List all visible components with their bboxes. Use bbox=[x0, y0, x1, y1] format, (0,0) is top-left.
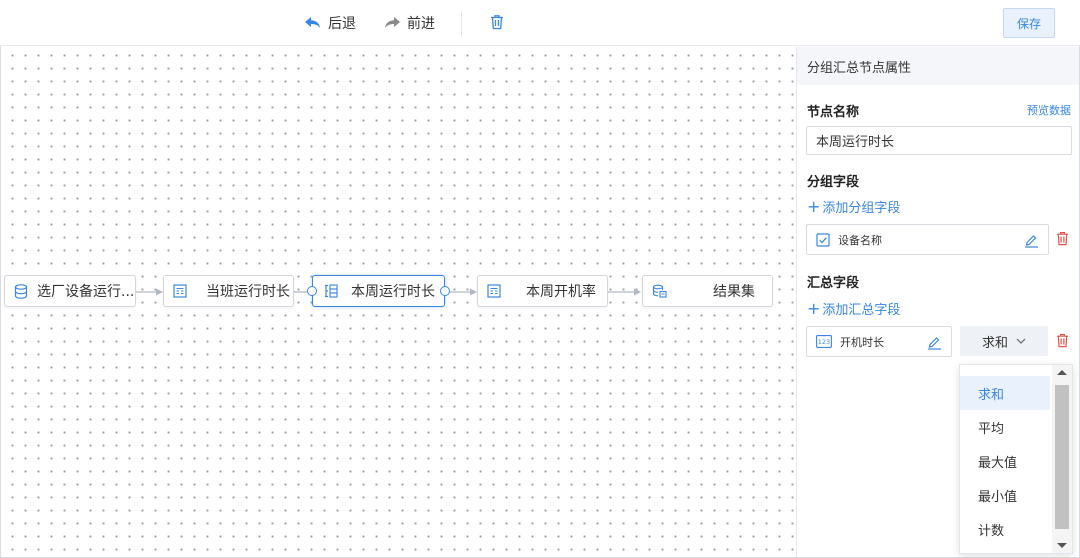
group-icon bbox=[323, 283, 339, 299]
toolbar: 后退 前进 保存 bbox=[0, 0, 1080, 46]
chevron-down-icon bbox=[1016, 334, 1026, 349]
add-summary-field-button[interactable]: + 添加汇总字段 bbox=[807, 299, 900, 318]
group-field-name: 设备名称 bbox=[838, 233, 882, 247]
scroll-down-icon[interactable] bbox=[1057, 543, 1067, 548]
option-average[interactable]: 平均 bbox=[960, 410, 1050, 444]
flow-node-weekly-uptime-rate[interactable]: 本周开机率 bbox=[477, 275, 608, 307]
delete-button[interactable] bbox=[490, 14, 504, 34]
node-label: 结果集 bbox=[713, 284, 755, 300]
aggregation-select[interactable]: 求和 bbox=[960, 326, 1048, 356]
aggregation-dropdown: 求和 平均 最大值 最小值 计数 bbox=[959, 364, 1073, 554]
flow-canvas[interactable]: 选厂设备运行... 当班运行时长 本周运行时长 本周开机率 结果集 bbox=[1, 47, 796, 557]
panel-title: 分组汇总节点属性 bbox=[797, 47, 1079, 85]
scroll-up-icon[interactable] bbox=[1057, 370, 1067, 375]
edit-icon[interactable] bbox=[1024, 232, 1039, 252]
edge-4-5-arrow bbox=[634, 288, 641, 296]
node-name-label: 节点名称 bbox=[807, 105, 860, 120]
undo-button[interactable]: 后退 bbox=[304, 12, 356, 34]
redo-button[interactable]: 前进 bbox=[383, 12, 435, 34]
checkbox-icon bbox=[816, 232, 830, 247]
database-icon bbox=[13, 283, 29, 299]
undo-icon bbox=[305, 17, 320, 28]
edge-3-4-arrow bbox=[470, 288, 477, 296]
delete-group-field-icon[interactable] bbox=[1056, 231, 1069, 250]
plus-icon: + bbox=[807, 196, 821, 216]
preview-data-link[interactable]: 预览数据 bbox=[1027, 102, 1071, 118]
group-field-section-label: 分组字段 bbox=[807, 175, 860, 190]
option-sum[interactable]: 求和 bbox=[960, 376, 1050, 410]
save-button[interactable]: 保存 bbox=[1003, 8, 1055, 38]
aggregation-value: 求和 bbox=[981, 335, 1008, 351]
output-port[interactable] bbox=[440, 286, 450, 296]
toolbar-divider bbox=[461, 12, 462, 36]
svg-text:123: 123 bbox=[818, 338, 830, 346]
flow-node-weekly-runtime[interactable]: 本周运行时长 bbox=[307, 275, 450, 307]
plus-icon: + bbox=[807, 298, 821, 318]
scrollbar-thumb[interactable] bbox=[1055, 385, 1069, 529]
flow-node-shift-runtime[interactable]: 当班运行时长 bbox=[163, 275, 294, 307]
node-name-input[interactable] bbox=[806, 126, 1072, 155]
add-group-field-button[interactable]: + 添加分组字段 bbox=[807, 197, 900, 216]
summary-field-name: 开机时长 bbox=[840, 335, 884, 349]
summary-field-item[interactable]: 123 开机时长 bbox=[806, 326, 952, 357]
flow-node-source[interactable]: 选厂设备运行... bbox=[4, 275, 136, 307]
undo-label: 后退 bbox=[328, 16, 356, 32]
option-min[interactable]: 最小值 bbox=[960, 478, 1050, 512]
redo-icon bbox=[385, 17, 400, 28]
input-port[interactable] bbox=[307, 286, 317, 296]
add-summary-field-label: 添加汇总字段 bbox=[822, 303, 901, 318]
delete-summary-field-icon[interactable] bbox=[1056, 333, 1069, 352]
node-label: 当班运行时长 bbox=[206, 284, 290, 300]
node-label: 本周运行时长 bbox=[351, 284, 435, 300]
edit-icon[interactable] bbox=[927, 334, 942, 354]
dropdown-scrollbar[interactable] bbox=[1052, 365, 1072, 553]
group-field-item[interactable]: 设备名称 bbox=[806, 224, 1049, 255]
trash-icon bbox=[491, 15, 503, 30]
add-group-field-label: 添加分组字段 bbox=[822, 201, 901, 216]
table-icon bbox=[486, 283, 502, 299]
node-label: 选厂设备运行... bbox=[37, 284, 135, 300]
flow-node-result-set[interactable]: 结果集 bbox=[642, 275, 773, 307]
table-icon bbox=[172, 283, 188, 299]
result-icon bbox=[651, 283, 667, 299]
redo-label: 前进 bbox=[407, 16, 435, 32]
number-123-icon: 123 bbox=[816, 335, 832, 348]
property-panel: 分组汇总节点属性 节点名称 预览数据 分组字段 + 添加分组字段 设备名称 汇总… bbox=[796, 47, 1079, 557]
node-label: 本周开机率 bbox=[526, 284, 596, 300]
edge-1-2-arrow bbox=[156, 288, 163, 296]
option-max[interactable]: 最大值 bbox=[960, 444, 1050, 478]
option-count[interactable]: 计数 bbox=[960, 512, 1050, 546]
summary-field-section-label: 汇总字段 bbox=[807, 276, 860, 291]
